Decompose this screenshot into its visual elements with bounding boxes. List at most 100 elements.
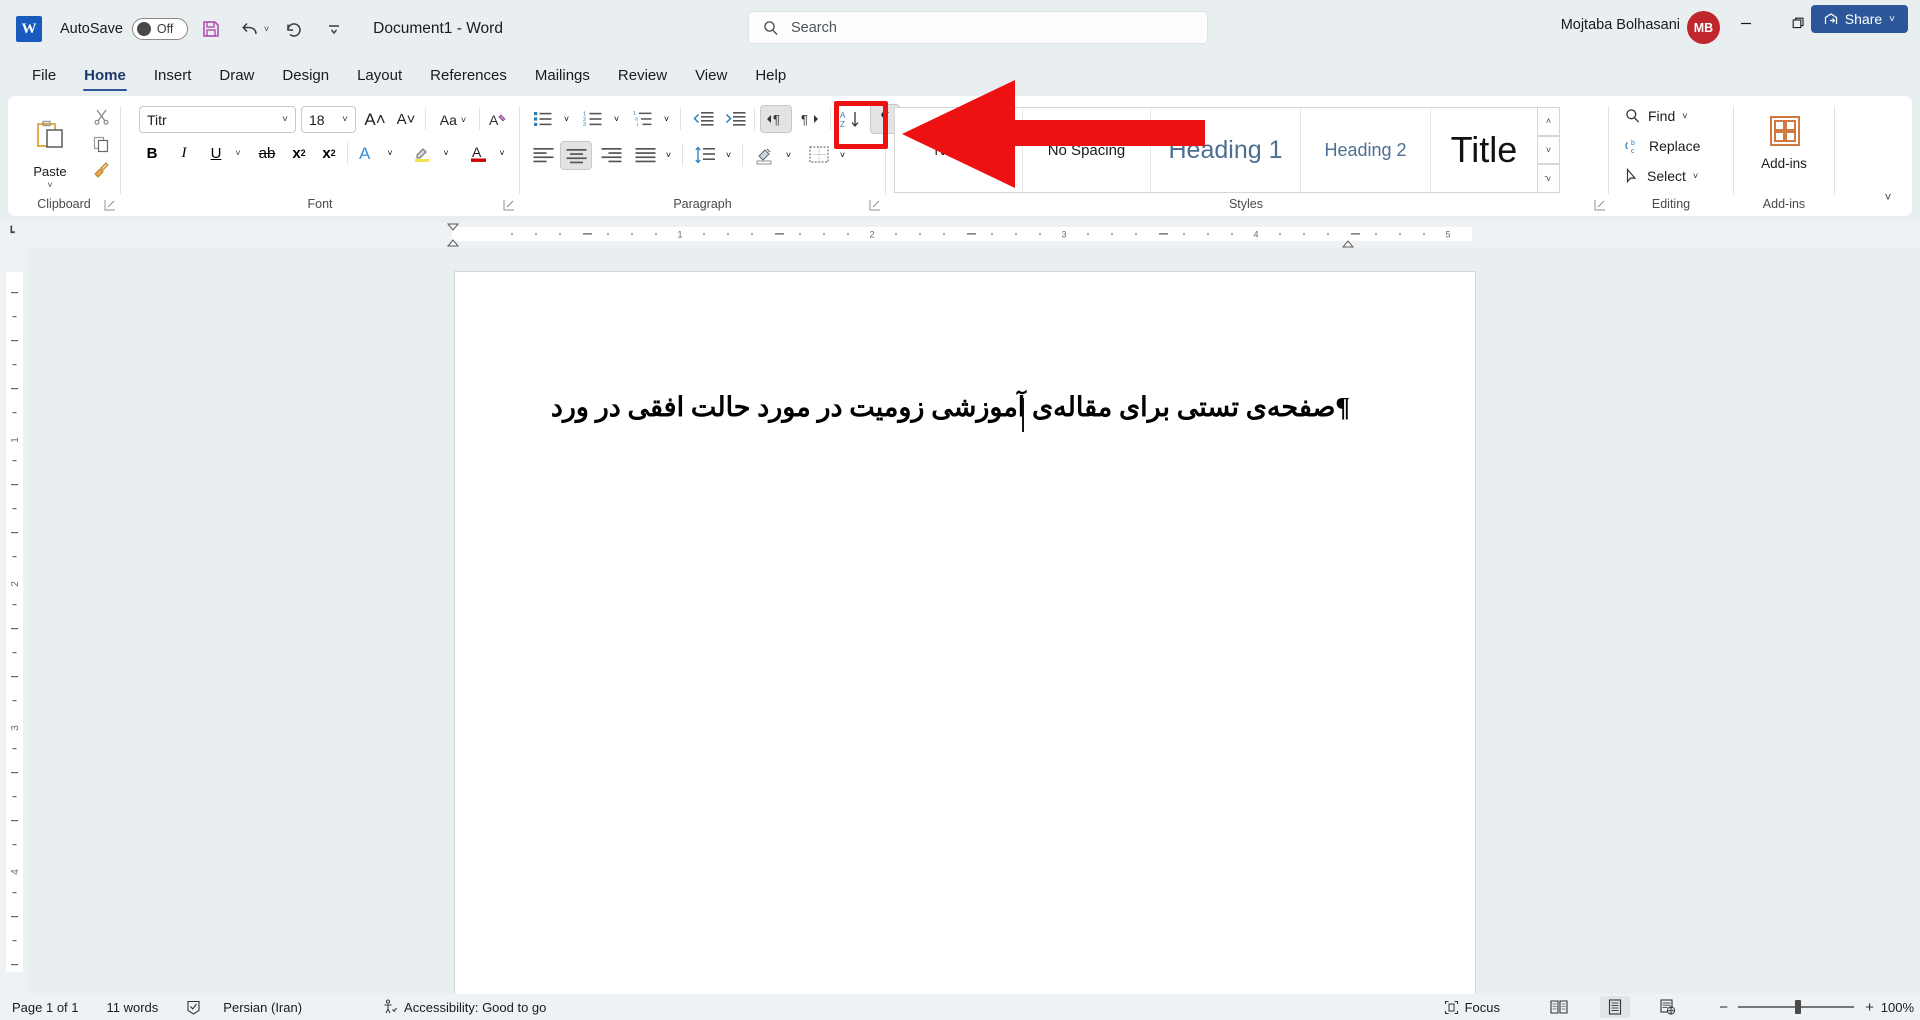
font-dialog-launcher-icon[interactable]: [503, 199, 515, 211]
styles-scroll-down-button[interactable]: ˅: [1538, 135, 1560, 165]
tab-help[interactable]: Help: [741, 63, 800, 91]
change-case-button[interactable]: Aa ˅: [431, 106, 475, 133]
horizontal-ruler[interactable]: ┗ 1 2 3 4 5: [0, 222, 1920, 248]
italic-button[interactable]: I: [171, 140, 197, 166]
cut-button[interactable]: [88, 104, 114, 128]
shrink-font-button[interactable]: A˅: [392, 106, 420, 133]
undo-button[interactable]: [234, 12, 268, 46]
share-button[interactable]: Share ˅: [1810, 5, 1908, 33]
font-color-dropdown-button[interactable]: ˅: [493, 140, 511, 166]
zoom-level-label[interactable]: 100%: [1881, 1000, 1914, 1015]
avatar[interactable]: MB: [1687, 11, 1720, 44]
search-input[interactable]: Search: [748, 11, 1208, 44]
tab-design[interactable]: Design: [268, 63, 343, 91]
add-ins-button[interactable]: [1764, 110, 1806, 152]
underline-dropdown-button[interactable]: ˅: [229, 140, 247, 166]
redo-button[interactable]: [277, 12, 311, 46]
superscript-button[interactable]: x2: [315, 140, 343, 166]
font-name-caret-icon[interactable]: ˅: [282, 114, 288, 125]
tab-insert[interactable]: Insert: [140, 63, 206, 91]
grow-font-button[interactable]: A˄: [361, 106, 389, 133]
undo-dropdown-caret[interactable]: ˅: [264, 24, 269, 34]
word-count[interactable]: 11 words: [107, 1000, 159, 1015]
font-size-combo[interactable]: 18 ˅: [301, 106, 356, 133]
zoom-in-button[interactable]: +: [1865, 999, 1874, 1016]
clipboard-dialog-launcher-icon[interactable]: [104, 199, 116, 211]
strikethrough-button[interactable]: ab: [253, 140, 281, 166]
styles-scroll-up-button[interactable]: ˄: [1538, 107, 1560, 136]
bullets-button[interactable]: [528, 106, 558, 132]
page-info[interactable]: Page 1 of 1: [12, 1000, 79, 1015]
font-name-combo[interactable]: Titr ˅: [139, 106, 296, 133]
autosave-toggle[interactable]: Off: [131, 18, 188, 40]
style-item-title[interactable]: Title: [1431, 108, 1537, 192]
styles-more-button[interactable]: ̄˅: [1538, 164, 1560, 194]
font-size-caret-icon[interactable]: ˅: [342, 114, 348, 125]
align-left-button[interactable]: [528, 142, 558, 168]
bullets-dropdown-button[interactable]: ˅: [558, 106, 575, 132]
replace-button[interactable]: b c Replace: [1625, 138, 1700, 154]
underline-button[interactable]: U: [203, 140, 229, 166]
tab-mailings[interactable]: Mailings: [521, 63, 604, 91]
text-effects-dropdown-button[interactable]: ˅: [381, 140, 399, 166]
left-to-right-text-direction-button[interactable]: ¶: [760, 105, 792, 133]
zoom-slider-thumb[interactable]: [1795, 1000, 1801, 1014]
print-layout-button[interactable]: [1600, 996, 1630, 1018]
font-color-button[interactable]: A: [465, 140, 493, 166]
web-layout-button[interactable]: [1652, 996, 1682, 1018]
styles-gallery[interactable]: Normal No Spacing Heading 1 Heading 2 Ti…: [894, 107, 1538, 193]
zoom-out-button[interactable]: −: [1719, 999, 1728, 1016]
bold-button[interactable]: B: [139, 140, 165, 166]
read-mode-button[interactable]: [1544, 996, 1574, 1018]
zoom-slider[interactable]: [1738, 1000, 1854, 1014]
alignment-dropdown-button[interactable]: ˅: [660, 142, 677, 168]
first-line-indent-marker[interactable]: [444, 222, 462, 248]
borders-button[interactable]: [804, 142, 834, 168]
document-body-text[interactable]: ¶صفحه‌ی تستی برای مقاله‌ی آموزشی زومیت د…: [551, 392, 1350, 423]
styles-gallery-nav[interactable]: ˄ ˅ ̄˅: [1538, 107, 1560, 194]
tab-draw[interactable]: Draw: [205, 63, 268, 91]
right-indent-marker[interactable]: [1340, 235, 1356, 248]
justify-button[interactable]: [630, 142, 660, 168]
subscript-button[interactable]: x2: [285, 140, 313, 166]
right-to-left-text-direction-button[interactable]: ¶: [794, 105, 826, 133]
document-canvas[interactable]: ¶صفحه‌ی تستی برای مقاله‌ی آموزشی زومیت د…: [28, 248, 1920, 1008]
tab-view[interactable]: View: [681, 63, 741, 91]
style-item-normal[interactable]: Normal: [895, 108, 1023, 192]
copy-button[interactable]: [88, 132, 114, 156]
line-spacing-dropdown-button[interactable]: ˅: [720, 142, 737, 168]
format-painter-button[interactable]: [88, 158, 114, 182]
paste-button[interactable]: [24, 104, 76, 166]
numbering-dropdown-button[interactable]: ˅: [608, 106, 625, 132]
save-button[interactable]: [194, 12, 228, 46]
find-button[interactable]: Find ˅: [1625, 108, 1688, 124]
text-effects-button[interactable]: A: [353, 140, 381, 166]
clear-formatting-button[interactable]: A: [484, 106, 512, 133]
paragraph-dialog-launcher-icon[interactable]: [869, 199, 881, 211]
tab-file[interactable]: File: [18, 63, 70, 91]
select-button[interactable]: Select ˅: [1625, 168, 1698, 184]
customize-quick-access-button[interactable]: [317, 12, 351, 46]
paste-dropdown-caret-icon[interactable]: ˅: [16, 180, 84, 190]
align-right-button[interactable]: [596, 142, 626, 168]
tab-review[interactable]: Review: [604, 63, 681, 91]
tab-layout[interactable]: Layout: [343, 63, 416, 91]
tab-stop-left-icon[interactable]: ┗: [8, 226, 15, 239]
language-indicator[interactable]: Persian (Iran): [223, 1000, 302, 1015]
shading-dropdown-button[interactable]: ˅: [780, 142, 797, 168]
document-page[interactable]: ¶صفحه‌ی تستی برای مقاله‌ی آموزشی زومیت د…: [455, 272, 1475, 1008]
numbering-button[interactable]: 1 2 3: [578, 106, 608, 132]
increase-indent-button[interactable]: [720, 106, 750, 132]
sort-button[interactable]: A Z: [836, 106, 866, 132]
multilevel-list-button[interactable]: 1 a i: [628, 106, 658, 132]
focus-mode-button[interactable]: Focus: [1444, 1000, 1500, 1015]
align-center-button[interactable]: [560, 141, 592, 170]
shading-button[interactable]: [750, 142, 780, 168]
vertical-ruler[interactable]: 1 2 3 4: [0, 248, 28, 998]
proofing-status-button[interactable]: [186, 1000, 201, 1015]
style-item-heading-1[interactable]: Heading 1: [1151, 108, 1301, 192]
style-item-no-spacing[interactable]: No Spacing: [1023, 108, 1151, 192]
text-highlight-dropdown-button[interactable]: ˅: [437, 140, 455, 166]
decrease-indent-button[interactable]: [688, 106, 718, 132]
styles-dialog-launcher-icon[interactable]: [1594, 199, 1606, 211]
